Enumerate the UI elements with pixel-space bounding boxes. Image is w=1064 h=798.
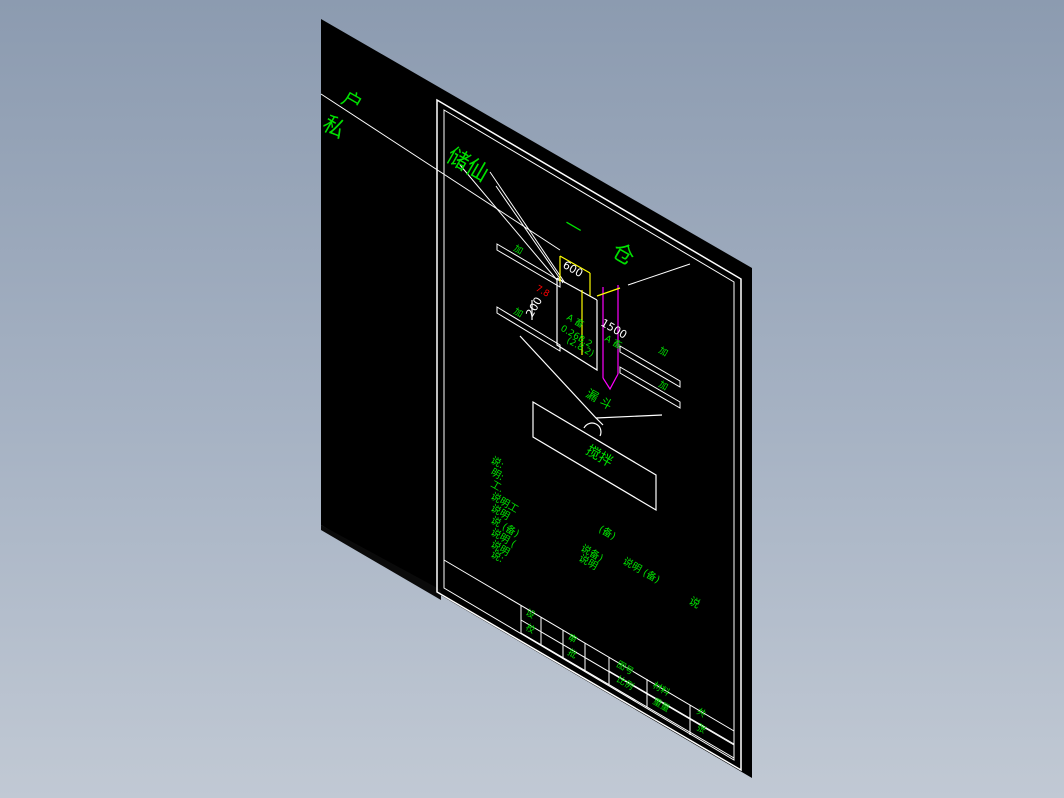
cad-viewport: 户 私 储仙 ᅳ 仓 600 200 1500 7.8 加 加 加 加 A 畜 … [318,19,752,778]
drawing-sheet [321,19,752,778]
